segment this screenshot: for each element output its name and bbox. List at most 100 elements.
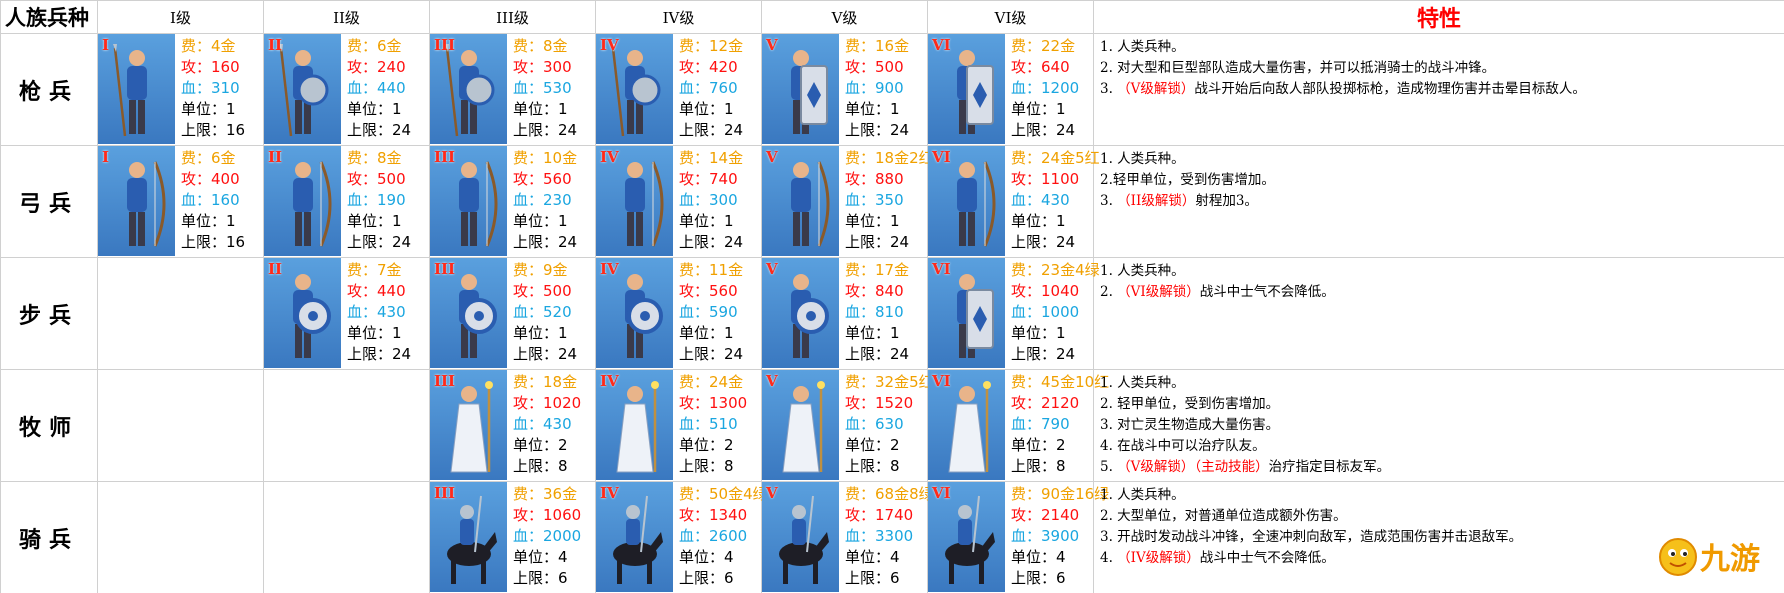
soldier-figure-icon: [449, 381, 493, 473]
hp-stat: 血：430: [1011, 191, 1070, 209]
feature-text: 1. 人类兵种。: [1100, 151, 1185, 167]
cost-stat: 费：16金: [845, 37, 910, 55]
feature-unlock: （V级解锁）（主动技能）: [1117, 459, 1269, 475]
soldier-figure-icon: [947, 381, 991, 473]
features-cell: 1. 人类兵种。 2. 对大型和巨型部队造成大量伤害，并可以抵消骑士的战斗冲锋。 3…: [1093, 33, 1784, 146]
attack-stat: 攻：880: [845, 170, 904, 188]
tier-badge: III: [434, 372, 456, 390]
unit-cell: II 费：7金 攻：440 血：430 单位：1 上限：24: [263, 257, 430, 370]
feature-text: 4. 在战斗中可以治疗队友。: [1100, 438, 1266, 454]
feature-line: 1. 人类兵种。: [1100, 485, 1778, 506]
unit-cell: V 费：16金 攻：500 血：900 单位：1 上限：24: [761, 33, 928, 146]
unit-portrait: III: [430, 34, 507, 144]
feature-text: 5.: [1100, 459, 1118, 475]
corner-header: 人族兵种: [0, 0, 98, 34]
hp-stat: 血：310: [181, 79, 240, 97]
unit-portrait: III: [430, 258, 507, 368]
attack-stat: 攻：420: [679, 58, 738, 76]
attack-stat: 攻：1300: [679, 394, 748, 412]
unit-stats: 费：16金 攻：500 血：900 单位：1 上限：24: [839, 34, 927, 144]
cost-stat: 费：22金: [1011, 37, 1076, 55]
unit-portrait: III: [430, 482, 507, 592]
unit-card: III 费：18金 攻：1020 血：430 单位：2 上限：8: [430, 370, 595, 480]
cap-stat: 上限：24: [679, 233, 744, 251]
troop-type-name: 牧师: [0, 369, 98, 482]
attack-stat: 攻：1340: [679, 506, 748, 524]
cap-stat: 上限：24: [679, 121, 744, 139]
hp-stat: 血：2600: [679, 527, 748, 545]
attack-stat: 攻：840: [845, 282, 904, 300]
empty-cell: [263, 481, 430, 593]
soldier-figure-icon: [458, 161, 497, 247]
tier-badge: V: [766, 260, 778, 278]
cost-stat: 费：14金: [679, 149, 744, 167]
attack-stat: 攻：560: [679, 282, 738, 300]
tier-header: IV级: [595, 0, 762, 34]
cost-stat: 费：4金: [181, 37, 236, 55]
tier-badge: IV: [600, 260, 619, 278]
hp-stat: 血：760: [679, 79, 738, 97]
cap-stat: 上限：8: [513, 457, 568, 475]
cap-stat: 上限：6: [845, 569, 900, 587]
unit-stats: 费：36金 攻：1060 血：2000 单位：4 上限：6: [507, 482, 595, 592]
unit-portrait: IV: [596, 370, 673, 480]
attack-stat: 攻：500: [513, 282, 572, 300]
unit-card: VI 费：24金5红 攻：1100 血：430 单位：1 上限：24: [928, 146, 1100, 256]
unit-stats: 费：10金 攻：560 血：230 单位：1 上限：24: [507, 146, 595, 256]
unit-size-stat: 单位：1: [679, 100, 734, 118]
unit-portrait: V: [762, 146, 839, 256]
soldier-figure-icon: [624, 274, 663, 358]
unit-stats: 费：8金 攻：500 血：190 单位：1 上限：24: [341, 146, 429, 256]
unit-card: II 费：7金 攻：440 血：430 单位：1 上限：24: [264, 258, 429, 368]
attack-stat: 攻：440: [347, 282, 406, 300]
hp-stat: 血：430: [513, 415, 572, 433]
unit-portrait: VI: [928, 146, 1005, 256]
unit-card: III 费：36金 攻：1060 血：2000 单位：4 上限：6: [430, 482, 595, 592]
unit-stats: 费：18金 攻：1020 血：430 单位：2 上限：8: [507, 370, 595, 480]
tier-badge: VI: [932, 148, 951, 166]
soldier-figure-icon: [778, 495, 829, 584]
cost-stat: 费：9金: [513, 261, 568, 279]
unit-cell: VI 费：24金5红 攻：1100 血：430 单位：1 上限：24: [927, 145, 1100, 258]
tier-header: I级: [97, 0, 264, 34]
empty-cell: [97, 481, 264, 593]
unit-portrait: II: [264, 258, 341, 368]
unit-size-stat: 单位：1: [1011, 212, 1066, 230]
unit-portrait: II: [264, 34, 341, 144]
unit-size-stat: 单位：4: [679, 548, 734, 566]
unit-stats: 费：8金 攻：300 血：530 单位：1 上限：24: [507, 34, 595, 144]
unit-cell: II 费：8金 攻：500 血：190 单位：1 上限：24: [263, 145, 430, 258]
attack-stat: 攻：500: [347, 170, 406, 188]
unit-portrait: V: [762, 34, 839, 144]
unit-size-stat: 单位：1: [845, 100, 900, 118]
unit-card: III 费：10金 攻：560 血：230 单位：1 上限：24: [430, 146, 595, 256]
cost-stat: 费：24金: [679, 373, 744, 391]
feature-text: 2. 对大型和巨型部队造成大量伤害，并可以抵消骑士的战斗冲锋。: [1100, 60, 1496, 76]
unit-cell: IV 费：24金 攻：1300 血：510 单位：2 上限：8: [595, 369, 762, 482]
hp-stat: 血：510: [679, 415, 738, 433]
cap-stat: 上限：6: [513, 569, 568, 587]
hp-stat: 血：630: [845, 415, 904, 433]
unit-stats: 费：68金8绿 攻：1740 血：3300 单位：4 上限：6: [839, 482, 934, 592]
feature-unlock: （VI级解锁）: [1117, 284, 1200, 300]
soldier-figure-icon: [944, 495, 995, 584]
cap-stat: 上限：6: [679, 569, 734, 587]
tier-badge: I: [102, 148, 110, 166]
mascot-icon: [1659, 538, 1697, 576]
attack-stat: 攻：300: [513, 58, 572, 76]
features-cell: 1. 人类兵种。 2. 轻甲单位，受到伤害增加。 3. 对亡灵生物造成大量伤害。 4.…: [1093, 369, 1784, 482]
unit-size-stat: 单位：1: [679, 212, 734, 230]
cap-stat: 上限：16: [181, 233, 246, 251]
feature-text-rest: 射程加3。: [1195, 193, 1258, 209]
unit-card: V 费：18金2红 攻：880 血：350 单位：1 上限：24: [762, 146, 934, 256]
unit-size-stat: 单位：1: [679, 324, 734, 342]
hp-stat: 血：810: [845, 303, 904, 321]
soldier-figure-icon: [446, 495, 497, 584]
unit-size-stat: 单位：1: [1011, 324, 1066, 342]
attack-stat: 攻：1060: [513, 506, 582, 524]
soldier-figure-icon: [458, 274, 497, 358]
watermark-text: 九游: [1700, 542, 1760, 577]
attack-stat: 攻：2120: [1011, 394, 1080, 412]
unit-card: V 费：16金 攻：500 血：900 单位：1 上限：24: [762, 34, 927, 144]
unit-stats: 费：6金 攻：400 血：160 单位：1 上限：16: [175, 146, 263, 256]
